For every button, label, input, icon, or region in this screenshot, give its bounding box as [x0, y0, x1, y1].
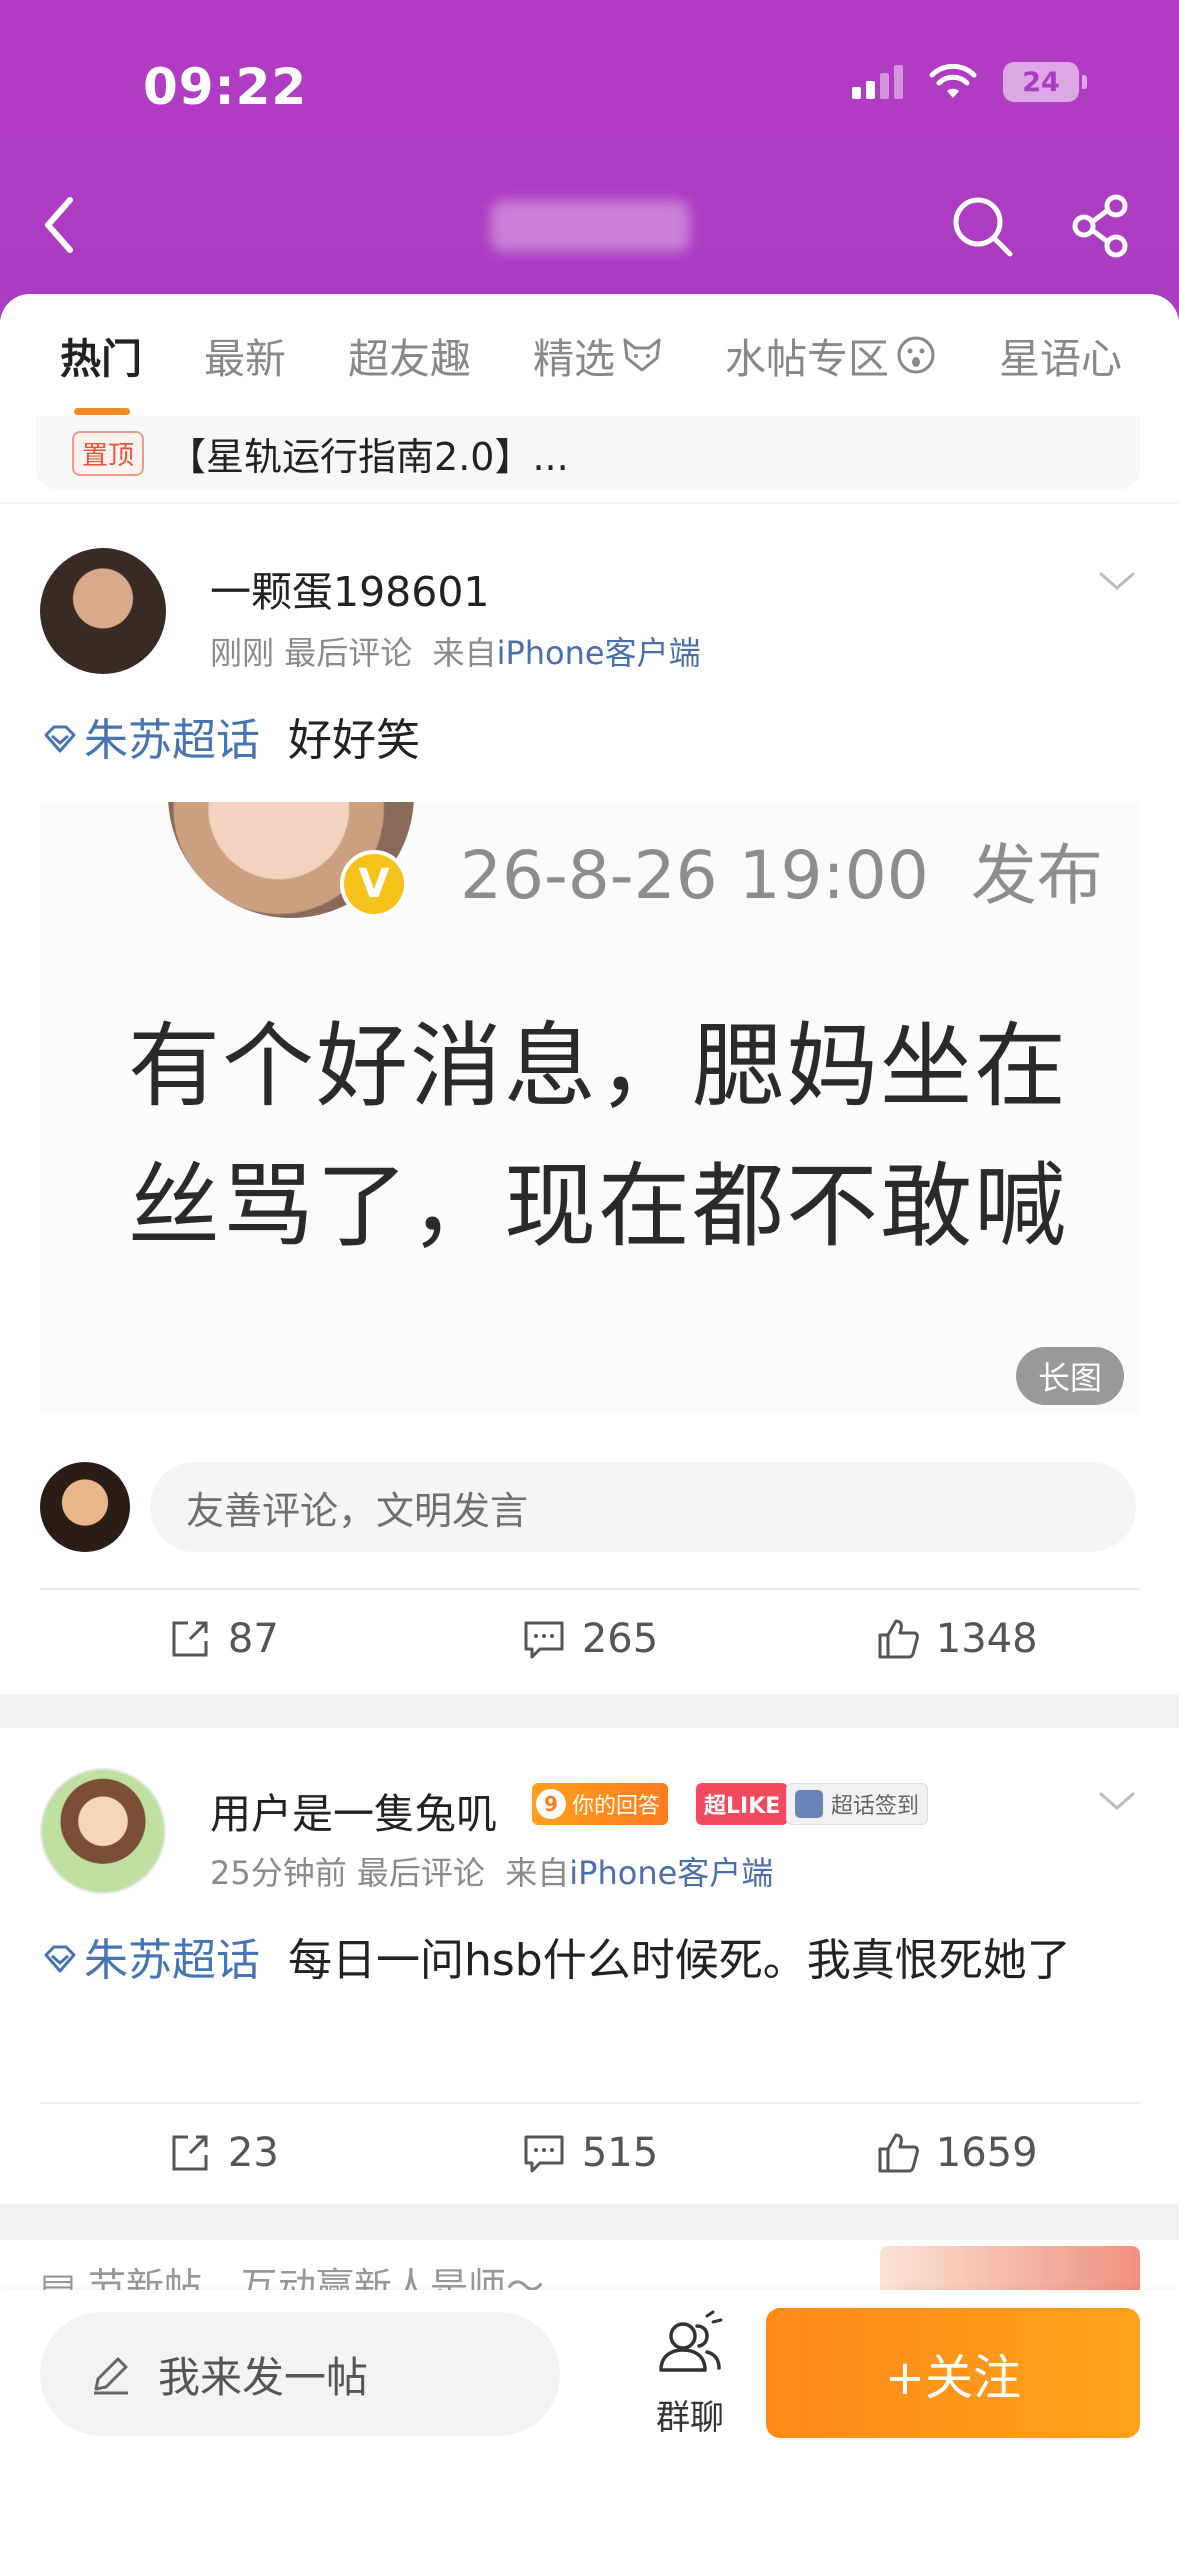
share-icon[interactable]	[1068, 192, 1136, 260]
group-chat-icon	[659, 2310, 723, 2372]
status-time: 09:22	[143, 58, 308, 116]
status-icons: 24	[852, 62, 1087, 102]
comment-input[interactable]: 友善评论，文明发言	[150, 1462, 1136, 1552]
bottom-bar: 我来发一帖 群聊 +关注	[0, 2290, 1179, 2556]
pinned-badge: 置顶	[72, 430, 145, 476]
verified-icon: V	[340, 850, 408, 918]
comment-icon	[524, 1621, 564, 1659]
my-avatar	[40, 1462, 130, 1552]
battery-icon: 24	[1003, 62, 1087, 102]
topic-link[interactable]: 朱苏超话	[40, 715, 260, 766]
wifi-icon	[929, 64, 977, 98]
image-text-line: 有个好消息，腮妈坐在	[128, 1013, 1069, 1120]
tab-hot[interactable]: 热门	[60, 325, 142, 415]
comment-icon	[524, 2135, 564, 2173]
page-title-blurred	[490, 200, 690, 252]
post-username[interactable]: 一颗蛋198601	[210, 558, 490, 618]
post-username[interactable]: 用户是一隻兔叽	[210, 1780, 497, 1840]
post-text: 朱苏超话 每日一问hsb什么时候死。我真恨死她了	[40, 1926, 1119, 1996]
repost-button[interactable]: 23	[40, 2130, 407, 2176]
thumbs-up-icon	[878, 2133, 919, 2173]
chevron-down-icon[interactable]	[1095, 1786, 1139, 1816]
tab-latest[interactable]: 最新	[204, 325, 286, 385]
group-chat-label: 群聊	[656, 2398, 724, 2438]
diamond-icon	[44, 1945, 76, 1973]
calendar-check-icon	[795, 1790, 823, 1818]
comment-button[interactable]: 515	[407, 2130, 774, 2176]
fox-face-icon	[623, 338, 661, 372]
tab-featured[interactable]: 精选	[533, 325, 663, 385]
post-image[interactable]: V 26-8-26 19:00 发布 有个好消息，腮妈坐在 丝骂了，现在都不敢喊	[40, 802, 1140, 1414]
pencil-icon	[94, 2357, 128, 2395]
pinned-post[interactable]: 置顶 【星轨运行指南2.0】...	[36, 416, 1140, 490]
header: 09:22 24	[0, 0, 1179, 320]
topic-link[interactable]: 朱苏超话	[40, 1935, 260, 1986]
divider	[0, 2204, 1179, 2240]
tab-star-heart[interactable]: 星语心	[999, 325, 1122, 385]
like-button[interactable]: 1348	[773, 1616, 1140, 1662]
tab-super-fun[interactable]: 超友趣	[348, 325, 471, 385]
diamond-icon	[44, 725, 76, 753]
super-like-badge: 超LIKE	[696, 1783, 789, 1825]
divider	[0, 1694, 1179, 1728]
tab-bar: 热门 最新 超友趣 精选 水帖专区 星语心	[0, 294, 1179, 416]
pinned-text: 【星轨运行指南2.0】...	[168, 434, 569, 479]
post-actions: 87 265 1348	[40, 1588, 1140, 1688]
checkin-badge: 超话签到	[786, 1783, 929, 1825]
post-meta: 25分钟前 最后评论 来自iPhone客户端	[210, 1854, 774, 1892]
repost-icon	[172, 2135, 208, 2171]
back-icon[interactable]	[30, 190, 90, 260]
thumbs-up-icon	[878, 1619, 919, 1659]
repost-button[interactable]: 87	[40, 1616, 407, 1662]
surprised-face-icon	[897, 336, 935, 374]
image-date: 26-8-26 19:00 发布	[460, 837, 1103, 914]
avatar[interactable]	[40, 548, 166, 674]
write-post-button[interactable]: 我来发一帖	[40, 2312, 560, 2436]
comment-button[interactable]: 265	[407, 1616, 774, 1662]
image-text-line: 丝骂了，现在都不敢喊	[128, 1153, 1069, 1260]
post-text: 朱苏超话 好好笑	[40, 706, 1119, 776]
follow-button[interactable]: +关注	[766, 2308, 1140, 2438]
long-image-badge: 长图	[1016, 1347, 1124, 1405]
comment-row: 友善评论，文明发言	[40, 1462, 1140, 1552]
repost-icon	[172, 1621, 208, 1657]
post-actions: 23 515 1659	[40, 2102, 1140, 2202]
search-icon[interactable]	[948, 192, 1016, 260]
answer-badge: 9 你的回答	[532, 1783, 669, 1825]
avatar[interactable]	[40, 1768, 166, 1894]
tab-water-posts[interactable]: 水帖专区	[725, 325, 937, 385]
chevron-down-icon[interactable]	[1095, 566, 1139, 596]
signal-icon	[852, 65, 903, 99]
group-chat-button[interactable]: 群聊	[640, 2310, 740, 2450]
like-button[interactable]: 1659	[773, 2130, 1140, 2176]
post-meta: 刚刚 最后评论 来自iPhone客户端	[210, 634, 701, 672]
